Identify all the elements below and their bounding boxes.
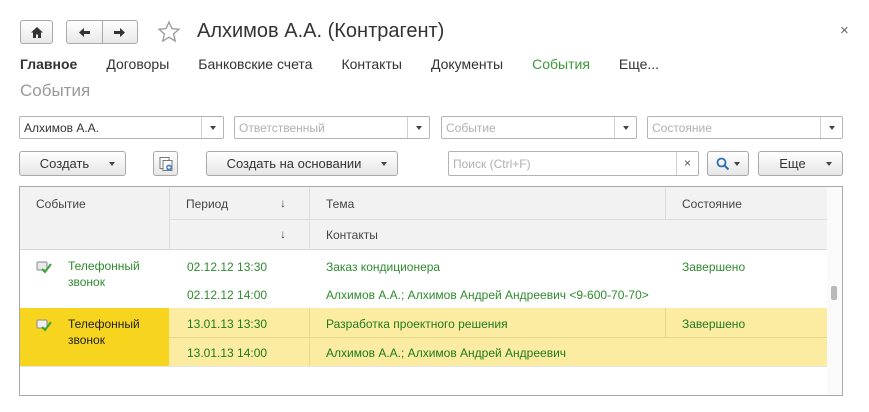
create-based-on-label: Создать на основании	[226, 156, 362, 171]
period-end: 13.01.13 14:00	[187, 346, 268, 360]
chevron-down-icon[interactable]	[614, 117, 636, 138]
chevron-down-icon	[109, 161, 115, 166]
favorite-star-icon[interactable]	[157, 20, 181, 47]
column-header-contacts[interactable]: Контакты	[326, 228, 378, 242]
topic: Заказ кондиционера	[326, 260, 441, 274]
period-end: 02.12.12 14:00	[187, 288, 268, 302]
state-filter[interactable]: Состояние	[647, 116, 843, 139]
section-title: События	[20, 81, 91, 100]
section-tabs: Главное Договоры Банковские счета Контак…	[20, 56, 688, 72]
column-header-event[interactable]: Событие	[36, 197, 86, 211]
counterparty-filter[interactable]: Алхимов А.А.	[19, 116, 224, 139]
event-type-line2: звонок	[68, 333, 105, 347]
search-field[interactable]: Поиск (Ctrl+F) ×	[448, 151, 699, 176]
scrollbar-thumb[interactable]	[831, 286, 837, 300]
event-text: Телефонный звонок	[68, 258, 158, 290]
column-header-topic[interactable]: Тема	[326, 197, 354, 211]
tab-more[interactable]: Еще...	[619, 56, 659, 72]
contacts: Алхимов А.А.; Алхимов Андрей Андреевич	[326, 346, 567, 360]
topic: Разработка проектного решения	[326, 317, 508, 331]
arrow-left-icon	[78, 27, 90, 37]
period-start: 02.12.12 13:30	[187, 260, 268, 274]
window-title: Алхимов А.А. (Контрагент)	[197, 20, 445, 42]
state: Завершено	[682, 260, 746, 274]
phone-call-done-icon	[36, 319, 52, 332]
tab-documents[interactable]: Документы	[431, 56, 503, 72]
home-icon	[30, 26, 43, 38]
chevron-down-icon[interactable]	[201, 117, 223, 138]
contacts: Алхимов А.А.; Алхимов Андрей Андреевич <…	[326, 288, 649, 302]
copy-button[interactable]	[153, 151, 178, 176]
state-placeholder: Состояние	[652, 120, 712, 135]
period-start: 13.01.13 13:30	[187, 317, 268, 331]
state: Завершено	[682, 317, 746, 331]
responsible-placeholder: Ответственный	[239, 120, 325, 135]
chevron-down-icon	[381, 161, 387, 166]
sort-arrow-icon[interactable]: ↓	[280, 196, 286, 210]
event-placeholder: Событие	[446, 120, 496, 135]
table-header: Событие Период ↓ Тема Состояние ↓ Контак…	[20, 187, 827, 250]
tab-contacts[interactable]: Контакты	[341, 56, 401, 72]
sort-arrow-icon[interactable]: ↓	[280, 227, 286, 241]
close-icon[interactable]: ×	[840, 22, 849, 39]
clear-icon[interactable]: ×	[676, 152, 698, 175]
tab-events[interactable]: События	[532, 56, 590, 72]
create-button[interactable]: Создать	[19, 151, 126, 176]
event-cell: Телефонный звонок	[20, 250, 169, 308]
search-icon	[716, 157, 730, 170]
event-filter[interactable]: Событие	[441, 116, 637, 139]
phone-call-done-icon	[36, 261, 52, 274]
column-header-state[interactable]: Состояние	[682, 197, 742, 211]
search-input[interactable]: Поиск (Ctrl+F)	[449, 157, 676, 171]
back-button[interactable]	[67, 21, 102, 43]
tab-contracts[interactable]: Договоры	[106, 56, 169, 72]
event-text: Телефонный звонок	[68, 316, 158, 348]
chevron-down-icon	[734, 161, 740, 166]
history-nav	[66, 20, 138, 44]
search-options-button[interactable]	[707, 151, 749, 176]
more-button-label: Еще	[779, 156, 806, 171]
vertical-scrollbar[interactable]	[827, 187, 842, 395]
home-button[interactable]	[20, 20, 53, 44]
forward-button[interactable]	[103, 21, 138, 43]
chevron-down-icon	[826, 161, 832, 166]
create-button-label: Создать	[39, 156, 90, 171]
event-type-line1: Телефонный	[68, 317, 140, 331]
event-type-line2: звонок	[68, 275, 105, 289]
tab-main[interactable]: Главное	[20, 56, 77, 72]
event-cell: Телефонный звонок	[20, 308, 169, 366]
chevron-down-icon[interactable]	[820, 117, 842, 138]
responsible-filter[interactable]: Ответственный	[234, 116, 430, 139]
events-table[interactable]: Событие Период ↓ Тема Состояние ↓ Контак…	[19, 186, 843, 396]
column-header-period[interactable]: Период	[186, 197, 228, 211]
arrow-right-icon	[114, 27, 126, 37]
counterparty-value: Алхимов А.А.	[24, 120, 100, 135]
event-type-line1: Телефонный	[68, 259, 140, 273]
table-row-selected[interactable]: Телефонный звонок 13.01.13 13:30 Разрабо…	[20, 308, 827, 366]
tab-bank-accounts[interactable]: Банковские счета	[198, 56, 312, 72]
table-row[interactable]: Телефонный звонок 02.12.12 13:30 Заказ к…	[20, 250, 827, 308]
document-copy-icon	[159, 156, 172, 171]
more-button[interactable]: Еще	[758, 151, 843, 176]
create-based-on-button[interactable]: Создать на основании	[206, 151, 398, 176]
chevron-down-icon[interactable]	[407, 117, 429, 138]
